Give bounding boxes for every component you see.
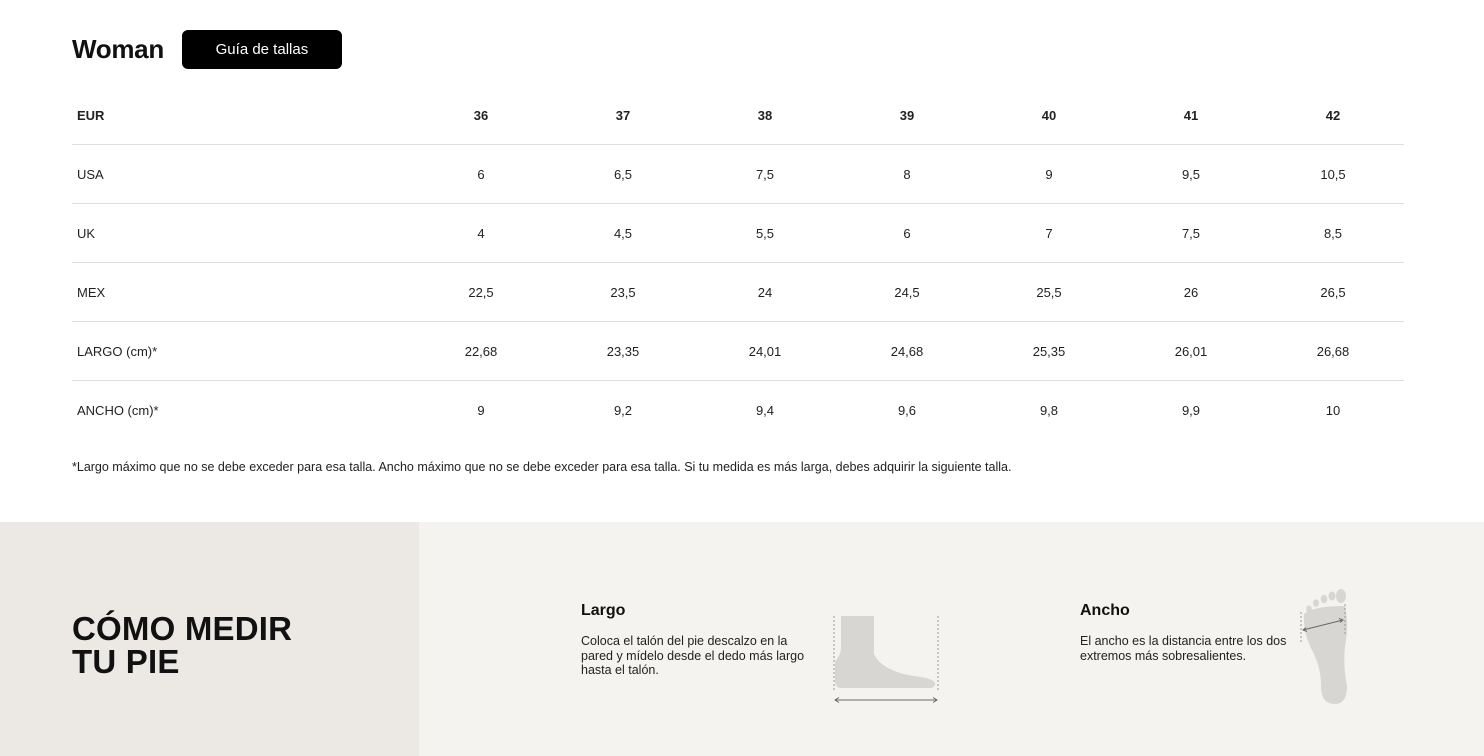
table-cell: 24 [694, 262, 836, 322]
table-cell: 9,2 [552, 380, 694, 439]
table-cell: 9,8 [978, 380, 1120, 439]
table-cell: 4,5 [552, 203, 694, 263]
table-cell: 6 [836, 203, 978, 263]
table-cell: 26 [1120, 262, 1262, 322]
table-cell: 26,01 [1120, 321, 1262, 381]
table-cell: 26,5 [1262, 262, 1404, 322]
table-cell: 24,5 [836, 262, 978, 322]
table-cell: 10 [1262, 380, 1404, 439]
table-cell: 5,5 [694, 203, 836, 263]
page-title: Woman [72, 34, 164, 64]
how-to-measure-section: CÓMO MEDIR TU PIE Largo Coloca el talón … [0, 522, 1484, 756]
ancho-title: Ancho [1080, 602, 1130, 619]
table-cell: 7,5 [1120, 203, 1262, 263]
column-header-size: 37 [615, 107, 631, 123]
table-cell: 4 [410, 203, 552, 263]
table-cell: 7 [978, 203, 1120, 263]
table-cell: 23,35 [552, 321, 694, 381]
column-header-size: 40 [1041, 107, 1057, 123]
table-cell: 22,68 [410, 321, 552, 381]
table-cell: 24,01 [694, 321, 836, 381]
row-label: MEX [72, 262, 410, 322]
table-header-row: EUR 36 37 38 39 40 41 42 [72, 86, 1404, 145]
column-header-size: 39 [899, 107, 915, 123]
row-label: USA [72, 144, 410, 204]
table-cell: 25,35 [978, 321, 1120, 381]
table-row: USA 6 6,5 7,5 8 9 9,5 10,5 [72, 144, 1404, 204]
table-cell: 9 [410, 380, 552, 439]
column-header-eur: EUR [77, 107, 105, 123]
table-cell: 26,68 [1262, 321, 1404, 381]
table-cell: 8 [836, 144, 978, 204]
size-guide-button[interactable]: Guía de tallas [181, 30, 342, 69]
largo-title: Largo [581, 602, 626, 619]
table-cell: 6,5 [552, 144, 694, 204]
size-guide-header-area: Woman Guía de tallas [72, 30, 1404, 69]
how-to-measure-title: CÓMO MEDIR TU PIE [72, 612, 292, 678]
table-cell: 6 [410, 144, 552, 204]
table-row: MEX 22,5 23,5 24 24,5 25,5 26 26,5 [72, 262, 1404, 322]
table-cell: 25,5 [978, 262, 1120, 322]
table-row: ANCHO (cm)* 9 9,2 9,4 9,6 9,8 9,9 10 [72, 380, 1404, 439]
row-label: ANCHO (cm)* [72, 380, 410, 439]
table-cell: 24,68 [836, 321, 978, 381]
how-to-measure-content-panel: Largo Coloca el talón del pie descalzo e… [419, 522, 1484, 756]
table-cell: 9,9 [1120, 380, 1262, 439]
row-label: LARGO (cm)* [72, 321, 410, 381]
size-table: EUR 36 37 38 39 40 41 42 USA 6 6,5 7,5 8… [72, 86, 1404, 439]
table-cell: 23,5 [552, 262, 694, 322]
foot-sole-width-icon [1300, 589, 1347, 704]
ancho-text: El ancho es la distancia entre los dos e… [1080, 634, 1287, 663]
foot-side-length-icon [833, 616, 939, 703]
table-cell: 10,5 [1262, 144, 1404, 204]
table-cell: 9,6 [836, 380, 978, 439]
column-header-size: 36 [473, 107, 489, 123]
table-cell: 22,5 [410, 262, 552, 322]
how-to-measure-title-line: TU PIE [72, 643, 180, 680]
column-header-size: 38 [757, 107, 773, 123]
column-header-size: 41 [1183, 107, 1199, 123]
largo-instructions: Largo Coloca el talón del pie descalzo e… [581, 602, 821, 678]
table-cell: 7,5 [694, 144, 836, 204]
ancho-instructions: Ancho El ancho es la distancia entre los… [1080, 602, 1290, 663]
table-row: LARGO (cm)* 22,68 23,35 24,01 24,68 25,3… [72, 321, 1404, 381]
largo-text: Coloca el talón del pie descalzo en la p… [581, 634, 805, 677]
table-cell: 8,5 [1262, 203, 1404, 263]
size-table-footnote: *Largo máximo que no se debe exceder par… [72, 460, 1012, 474]
how-to-measure-title-line: CÓMO MEDIR [72, 610, 293, 647]
table-cell: 9,4 [694, 380, 836, 439]
table-row: UK 4 4,5 5,5 6 7 7,5 8,5 [72, 203, 1404, 263]
size-guide-header: Woman Guía de tallas [72, 30, 1404, 69]
row-label: UK [72, 203, 410, 263]
column-header-size: 42 [1325, 107, 1341, 123]
table-cell: 9 [978, 144, 1120, 204]
table-cell: 9,5 [1120, 144, 1262, 204]
how-to-measure-title-panel: CÓMO MEDIR TU PIE [0, 522, 419, 756]
